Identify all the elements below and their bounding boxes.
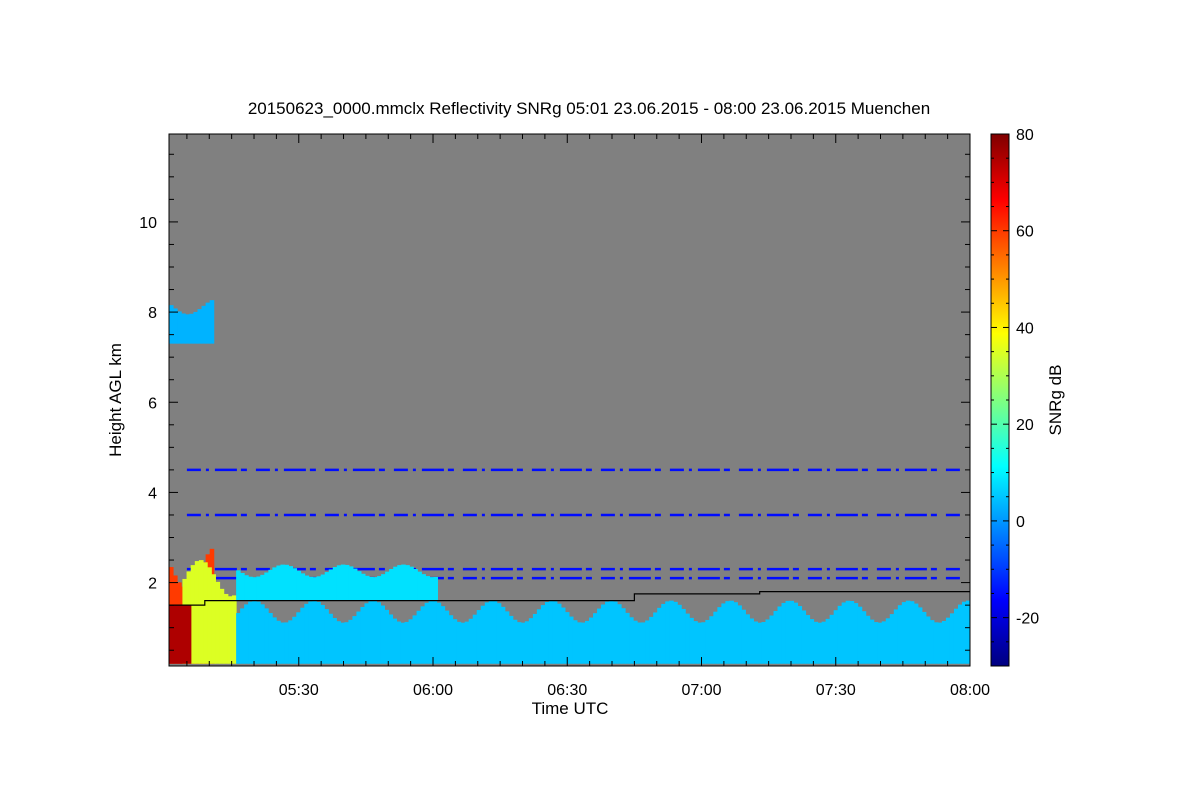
colorbar-tick-label: 40 bbox=[1016, 320, 1034, 337]
echo-core bbox=[169, 605, 192, 664]
x-tick-label: 07:30 bbox=[816, 682, 856, 699]
x-tick-label: 06:00 bbox=[413, 682, 453, 699]
x-tick-label: 08:00 bbox=[950, 682, 990, 699]
y-tick-label: 8 bbox=[148, 305, 157, 322]
x-axis-title: Time UTC bbox=[532, 699, 609, 718]
colorbar-tick-label: 20 bbox=[1016, 417, 1034, 434]
x-tick-label: 05:30 bbox=[279, 682, 319, 699]
colorbar-tick-label: 60 bbox=[1016, 224, 1034, 241]
x-tick-label: 07:00 bbox=[681, 682, 721, 699]
y-tick-label: 4 bbox=[148, 485, 157, 502]
colorbar-title: SNRg dB bbox=[1046, 365, 1065, 436]
colorbar-tick-label: -20 bbox=[1016, 611, 1039, 628]
y-axis-title: Height AGL km bbox=[106, 343, 125, 457]
y-tick-label: 2 bbox=[148, 576, 157, 593]
x-tick-label: 06:30 bbox=[547, 682, 587, 699]
chart-title: 20150623_0000.mmclx Reflectivity SNRg 05… bbox=[248, 99, 930, 118]
colorbar-tick-label: 80 bbox=[1016, 127, 1034, 144]
chart: 20150623_0000.mmclx Reflectivity SNRg 05… bbox=[106, 99, 1065, 718]
y-tick-label: 10 bbox=[139, 215, 157, 232]
y-tick-label: 6 bbox=[148, 395, 157, 412]
colorbar-tick-label: 0 bbox=[1016, 514, 1025, 531]
